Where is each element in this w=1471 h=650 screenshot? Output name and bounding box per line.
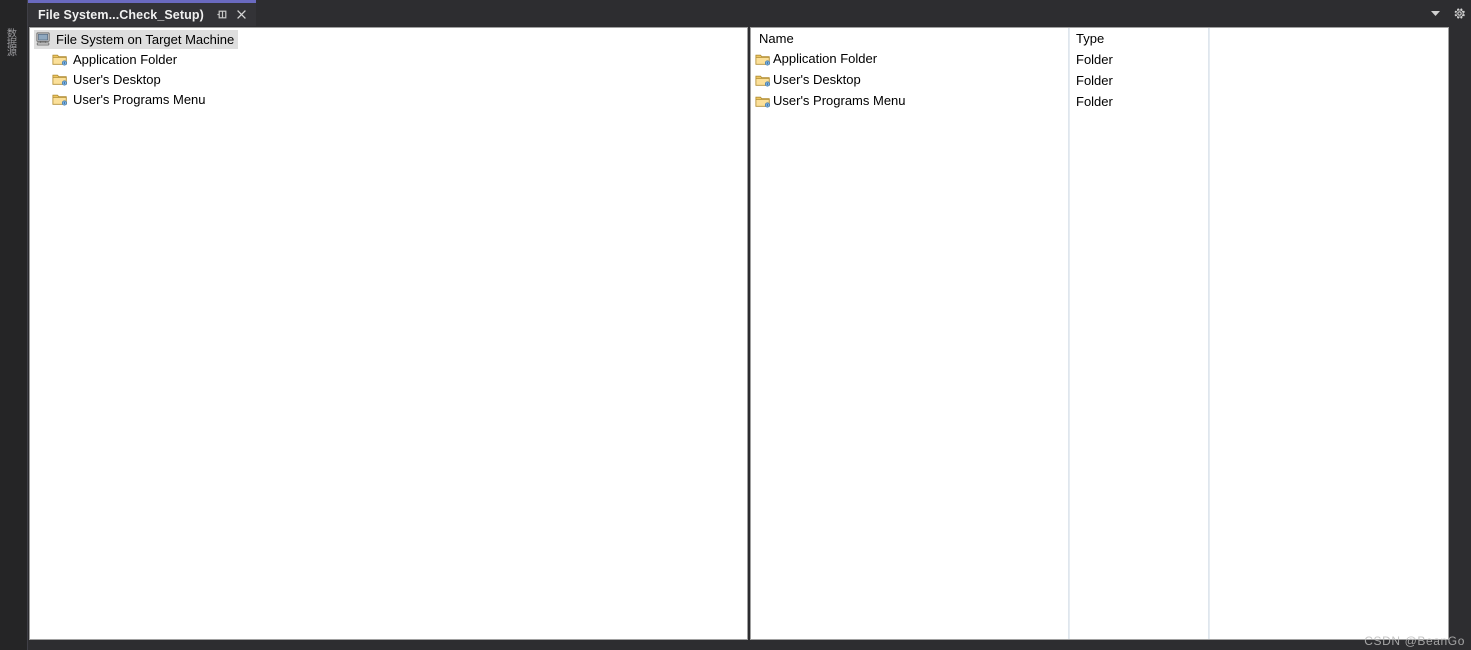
folder-icon	[52, 52, 68, 66]
editor-bottom-strip	[28, 641, 1471, 650]
folder-contents-listview: Name Type Application Folder Folder User…	[751, 28, 1448, 639]
listview-cell-type: Folder	[1076, 73, 1113, 88]
left-auto-hide-dock: 数据源	[0, 0, 28, 650]
folder-icon	[755, 94, 771, 108]
close-icon[interactable]	[233, 6, 250, 24]
chevron-down-icon[interactable]	[1427, 5, 1443, 21]
file-system-editor: File System on Target Machine Applicatio…	[28, 26, 1471, 650]
left-dock-tab-label: 数据源	[4, 28, 16, 56]
table-row[interactable]: User's Desktop Folder	[751, 71, 1448, 92]
tree-item-label: File System on Target Machine	[56, 31, 235, 47]
computer-icon	[36, 32, 51, 46]
pin-icon[interactable]	[214, 6, 231, 24]
document-tab-title: File System...Check_Setup)	[38, 7, 204, 22]
tree-item-label: User's Programs Menu	[73, 91, 206, 107]
listview-header: Name Type	[751, 28, 1448, 50]
folder-icon	[52, 72, 68, 86]
ide-window: 数据源 File System...Check_Setup) File Syst…	[0, 0, 1471, 650]
listview-name-label: User's Desktop	[773, 72, 861, 87]
column-header-name[interactable]: Name	[759, 31, 794, 46]
table-row[interactable]: Application Folder Folder	[751, 50, 1448, 71]
tree-item-file-system-on-target-machine[interactable]: File System on Target Machine	[30, 29, 747, 49]
column-separator-type-end[interactable]	[1208, 28, 1210, 639]
listview-cell-type: Folder	[1076, 94, 1113, 109]
listview-cell-type: Folder	[1076, 52, 1113, 67]
left-dock-tab-data-sources[interactable]: 数据源	[0, 2, 20, 82]
column-separator-name-type[interactable]	[1068, 28, 1070, 639]
table-row[interactable]: User's Programs Menu Folder	[751, 92, 1448, 113]
tree-item-users-desktop[interactable]: User's Desktop	[30, 69, 747, 89]
gear-icon[interactable]	[1451, 5, 1467, 21]
tree-item-application-folder[interactable]: Application Folder	[30, 49, 747, 69]
tree-item-label: User's Desktop	[73, 71, 161, 87]
folder-icon	[755, 52, 771, 66]
listview-cell-name: User's Desktop	[755, 72, 861, 87]
folder-icon	[755, 73, 771, 87]
file-system-tree-pane: File System on Target Machine Applicatio…	[29, 27, 748, 640]
file-system-tree: File System on Target Machine Applicatio…	[30, 28, 747, 639]
folder-icon	[52, 92, 68, 106]
folder-contents-pane: Name Type Application Folder Folder User…	[750, 27, 1449, 640]
listview-cell-name: User's Programs Menu	[755, 93, 906, 108]
document-well: File System...Check_Setup) File System o…	[28, 0, 1471, 650]
tab-bar-controls	[1427, 0, 1467, 26]
listview-cell-name: Application Folder	[755, 51, 877, 66]
listview-rows: Application Folder Folder User's Desktop…	[751, 50, 1448, 113]
document-tab-bar: File System...Check_Setup)	[28, 0, 1471, 26]
column-header-type[interactable]: Type	[1076, 31, 1104, 46]
tree-item-users-programs-menu[interactable]: User's Programs Menu	[30, 89, 747, 109]
tree-item-label: Application Folder	[73, 51, 178, 67]
document-tab-file-system[interactable]: File System...Check_Setup)	[28, 0, 256, 26]
listview-name-label: Application Folder	[773, 51, 878, 66]
listview-name-label: User's Programs Menu	[773, 93, 906, 108]
